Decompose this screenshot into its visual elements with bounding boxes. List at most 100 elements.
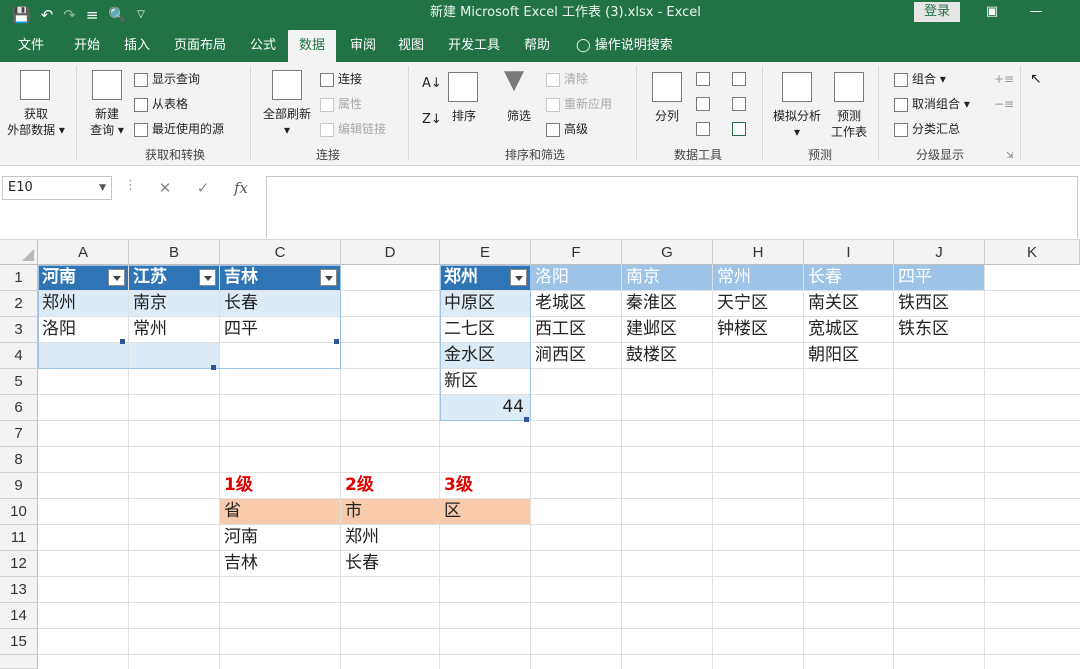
filter-dropdown-icon[interactable]	[510, 269, 527, 286]
row-header-11[interactable]: 11	[0, 525, 38, 551]
cell-i4[interactable]: 朝阳区	[804, 343, 893, 368]
cell-e8[interactable]: 3级	[440, 473, 530, 498]
row-header-4[interactable]: 4	[0, 343, 38, 369]
cell-h3[interactable]: 钟楼区	[713, 317, 803, 342]
customize-icon[interactable]: ≡	[86, 4, 99, 26]
row-header-6[interactable]: 6	[0, 395, 38, 421]
tab-view[interactable]: 视图	[396, 30, 426, 62]
name-box[interactable]: E10 ▼	[2, 176, 112, 200]
sort-asc-icon[interactable]: A↓	[422, 76, 442, 92]
forecast-sheet-button[interactable]: 预测 工作表	[826, 108, 872, 140]
cancel-icon[interactable]: ✕	[146, 179, 184, 197]
hide-detail-icon[interactable]: −≡	[994, 96, 1014, 112]
row-header-13[interactable]: 13	[0, 577, 38, 603]
show-detail-icon[interactable]: +≡	[994, 71, 1014, 87]
qat-dropdown-icon[interactable]: ▽	[137, 4, 145, 26]
cell-b2[interactable]: 南京	[129, 291, 219, 316]
cell-g2[interactable]: 秦淮区	[622, 291, 712, 316]
connections-button[interactable]: 连接	[320, 71, 362, 87]
cell-b3[interactable]: 常州	[129, 317, 219, 342]
ungroup-button[interactable]: 取消组合 ▾	[894, 96, 970, 112]
save-icon[interactable]: 💾	[12, 4, 31, 26]
row-header-16-partial[interactable]	[0, 655, 38, 669]
flash-fill-icon[interactable]	[696, 72, 710, 86]
row-header-8[interactable]: 8	[0, 447, 38, 473]
cell-f1[interactable]: 洛阳	[531, 265, 621, 290]
relationships-icon[interactable]	[732, 97, 746, 111]
tab-formulas[interactable]: 公式	[248, 30, 278, 62]
sort-desc-icon[interactable]: Z↓	[422, 112, 442, 128]
ribbon-display-icon[interactable]: ▣	[972, 0, 1012, 26]
row-header-12[interactable]: 12	[0, 551, 38, 577]
text-to-columns-button[interactable]: 分列	[644, 108, 690, 124]
sort-button[interactable]: 排序	[444, 108, 484, 124]
cell-g4[interactable]: 鼓楼区	[622, 343, 712, 368]
enter-icon[interactable]: ✓	[184, 179, 222, 197]
column-header-b[interactable]: B	[129, 240, 220, 265]
select-all-button[interactable]	[0, 240, 38, 265]
column-header-f[interactable]: F	[531, 240, 622, 265]
properties-button[interactable]: 属性	[320, 96, 362, 112]
filter-dropdown-icon[interactable]	[108, 269, 125, 286]
edit-links-button[interactable]: 编辑链接	[320, 121, 386, 137]
row-header-3[interactable]: 3	[0, 317, 38, 343]
name-box-dropdown-icon[interactable]: ▼	[99, 177, 106, 199]
redo-icon[interactable]: ↷	[63, 4, 76, 26]
tab-insert[interactable]: 插入	[122, 30, 152, 62]
cell-j2[interactable]: 铁西区	[894, 291, 984, 316]
advanced-filter-button[interactable]: 高级	[546, 121, 588, 137]
cell-e2[interactable]: 中原区	[440, 291, 530, 316]
cell-e3[interactable]: 二七区	[440, 317, 530, 342]
row-header-9[interactable]: 9	[0, 473, 38, 499]
cell-b1[interactable]: 江苏	[129, 265, 219, 290]
row-header-5[interactable]: 5	[0, 369, 38, 395]
formula-input[interactable]	[266, 176, 1078, 238]
table-resize-handle[interactable]	[334, 339, 339, 344]
row-header-2[interactable]: 2	[0, 291, 38, 317]
filter-dropdown-icon[interactable]	[199, 269, 216, 286]
reapply-button[interactable]: 重新应用	[546, 96, 612, 112]
dialog-launcher-icon[interactable]: ⇲	[1006, 148, 1014, 164]
column-header-d[interactable]: D	[341, 240, 440, 265]
cell-f3[interactable]: 西工区	[531, 317, 621, 342]
column-header-i[interactable]: I	[804, 240, 894, 265]
cell-c10[interactable]: 河南	[220, 525, 340, 550]
cell-c11[interactable]: 吉林	[220, 551, 340, 576]
data-validation-icon[interactable]	[696, 122, 710, 136]
cell-a4[interactable]	[38, 343, 128, 368]
row-header-10[interactable]: 10	[0, 499, 38, 525]
row-header-14[interactable]: 14	[0, 603, 38, 629]
table-resize-handle[interactable]	[120, 339, 125, 344]
tab-data[interactable]: 数据	[288, 30, 336, 62]
filter-dropdown-icon[interactable]	[320, 269, 337, 286]
column-header-k[interactable]: K	[985, 240, 1080, 265]
cell-e5[interactable]: 新区	[440, 369, 530, 394]
column-header-h[interactable]: H	[713, 240, 804, 265]
row-header-1[interactable]: 1	[0, 265, 38, 291]
login-button[interactable]: 登录	[914, 2, 960, 22]
tab-file[interactable]: 文件	[16, 30, 46, 62]
row-header-15[interactable]: 15	[0, 629, 38, 655]
remove-duplicates-icon[interactable]	[696, 97, 710, 111]
column-header-a[interactable]: A	[38, 240, 129, 265]
data-model-icon[interactable]	[732, 122, 746, 136]
new-query-button[interactable]: 新建 查询 ▾	[82, 106, 132, 138]
cell-a3[interactable]: 洛阳	[38, 317, 128, 342]
insert-function-icon[interactable]: fx	[222, 179, 260, 197]
cell-c2[interactable]: 长春	[220, 291, 340, 316]
cell-c3[interactable]: 四平	[220, 317, 340, 342]
column-header-c[interactable]: C	[220, 240, 341, 265]
column-header-g[interactable]: G	[622, 240, 713, 265]
cell-d10[interactable]: 郑州	[341, 525, 439, 550]
column-header-j[interactable]: J	[894, 240, 985, 265]
print-preview-icon[interactable]: 🔍	[108, 4, 127, 26]
cell-e4[interactable]: 金水区	[440, 343, 530, 368]
cell-h1[interactable]: 常州	[713, 265, 803, 290]
what-if-analysis-button[interactable]: 模拟分析 ▾	[766, 108, 828, 140]
column-header-e[interactable]: E	[440, 240, 531, 265]
table-resize-handle[interactable]	[211, 365, 216, 370]
table-resize-handle[interactable]	[524, 417, 529, 422]
get-external-data-button[interactable]: 获取 外部数据 ▾	[0, 106, 72, 138]
tab-home[interactable]: 开始	[72, 30, 102, 62]
minimize-icon[interactable]: —	[1016, 0, 1056, 26]
